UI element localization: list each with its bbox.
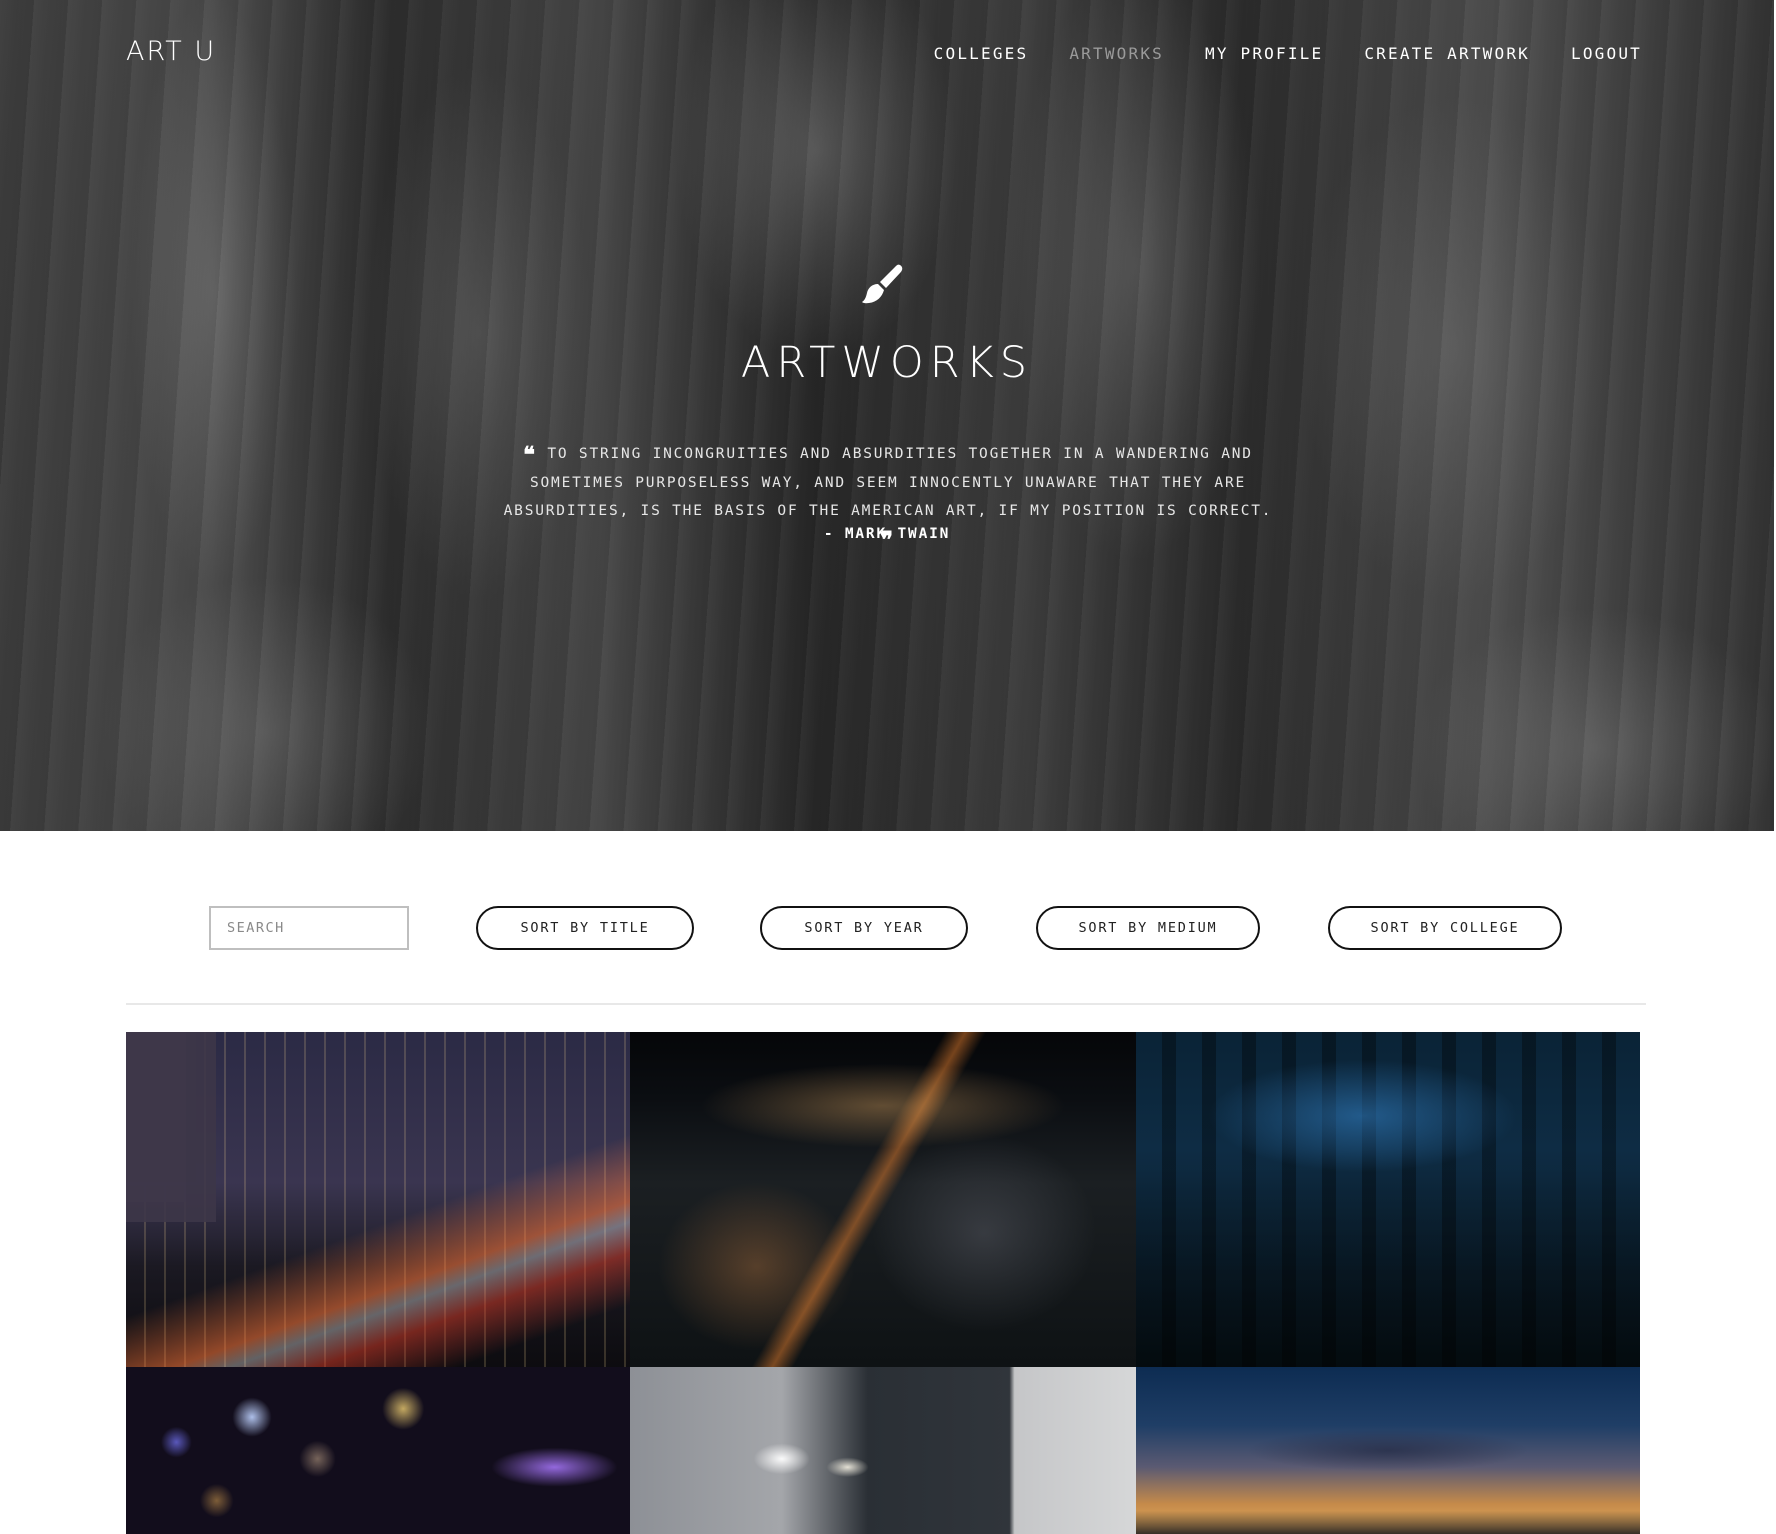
sort-by-title-button[interactable]: SORT BY TITLE [476,906,694,950]
artwork-thumbnail[interactable] [126,1032,630,1367]
nav-my-profile[interactable]: MY PROFILE [1205,44,1323,63]
artwork-thumbnail[interactable] [1136,1367,1640,1534]
nav-colleges[interactable]: COLLEGES [934,44,1029,63]
artwork-thumbnail[interactable] [1136,1032,1640,1367]
filter-controls: SORT BY TITLE SORT BY YEAR SORT BY MEDIU… [0,906,1776,950]
quote-open-icon: ❝ [523,442,537,468]
artwork-thumbnail[interactable] [630,1367,1136,1534]
page-title: ARTWORKS [740,338,1034,388]
section-divider [126,1003,1646,1005]
search-input[interactable] [209,906,409,950]
nav-logout[interactable]: LOGOUT [1571,44,1642,63]
site-logo[interactable]: ART U [126,36,216,67]
nav-artworks[interactable]: ARTWORKS [1069,44,1164,63]
quote-text: TO STRING INCONGRUITIES AND ABSURDITIES … [503,446,1273,519]
main-nav: COLLEGES ARTWORKS MY PROFILE CREATE ARTW… [934,44,1642,63]
hero-background-image [0,0,1774,831]
sort-by-college-button[interactable]: SORT BY COLLEGE [1328,906,1562,950]
nav-create-artwork[interactable]: CREATE ARTWORK [1364,44,1530,63]
artwork-thumbnail[interactable] [630,1032,1136,1367]
sort-by-medium-button[interactable]: SORT BY MEDIUM [1036,906,1260,950]
quote-author: - MARK TWAIN [823,526,951,542]
hero-banner: ART U COLLEGES ARTWORKS MY PROFILE CREAT… [0,0,1774,831]
artwork-thumbnail[interactable] [126,1367,630,1534]
sort-by-year-button[interactable]: SORT BY YEAR [760,906,968,950]
paintbrush-icon [862,264,903,304]
artwork-grid [126,1032,1640,1534]
